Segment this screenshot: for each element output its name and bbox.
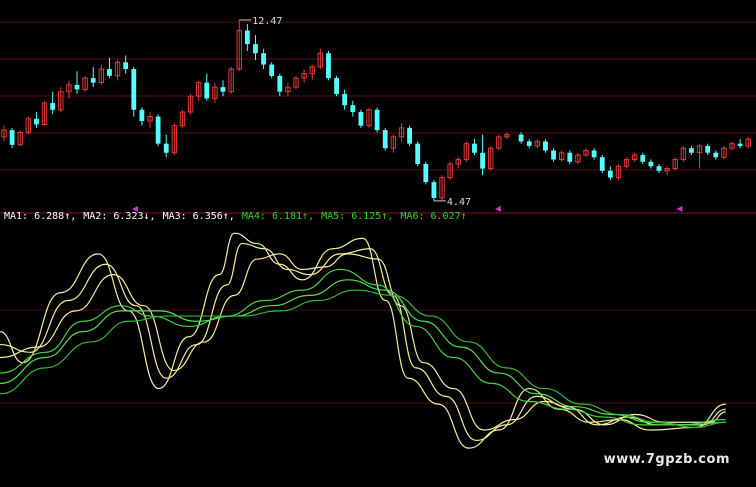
candle-body-down (204, 82, 210, 99)
candle-body-down (74, 84, 80, 90)
candle-body-down (518, 134, 524, 142)
candle-body-down (261, 53, 266, 65)
candle-body-down (107, 69, 112, 76)
candle-body-down (374, 109, 380, 131)
low-label: 4.47 (447, 197, 471, 208)
candle-body-down (9, 130, 15, 145)
candle-body-down (382, 130, 388, 149)
candle-body-down (131, 69, 137, 110)
candle-body-down (648, 161, 654, 167)
candle-body-down (551, 150, 556, 160)
candle-body-down (689, 148, 694, 153)
ma-legend-item: MA3: 6.356↑, (162, 211, 241, 222)
candle-body-down (326, 53, 331, 79)
candle-body-down (705, 145, 711, 153)
magenta-marker (676, 206, 683, 212)
oscillator-series (0, 289, 726, 429)
watermark: www.7gpzb.com (603, 452, 730, 467)
candle-body-down (34, 118, 39, 125)
ma-legend-item: MA1: 6.288↑, (4, 211, 83, 222)
candle-body-down (277, 75, 283, 92)
candle-body-down (423, 164, 429, 183)
candle-body-down (90, 78, 96, 83)
oscillator-series (0, 268, 726, 426)
candle-body-down (358, 112, 364, 126)
candle-body-down (713, 152, 719, 158)
candle-body-down (526, 141, 532, 146)
ma-legend-item: MA4: 6.181↑, (241, 211, 321, 222)
candle-body-down (543, 141, 548, 151)
candle-body-down (431, 182, 437, 198)
ma-legend: MA1: 6.288↑, MA2: 6.323↓, MA3: 6.356↑, M… (4, 211, 468, 223)
candle-body-down (415, 143, 421, 165)
candle-body-down (342, 93, 348, 106)
candle-body-down (472, 143, 477, 153)
candle-body-down (139, 109, 145, 122)
candle-body-down (253, 44, 258, 54)
candlesticks (1, 19, 751, 201)
candle-body-down (334, 78, 339, 94)
candle-body-down (269, 64, 275, 76)
candle-body-down (599, 157, 605, 171)
high-label: 12.47 (252, 16, 282, 27)
candle-body-down (350, 105, 356, 113)
price-annotations: 12.47 4.47 (132, 16, 683, 212)
candle-body-down (640, 154, 646, 162)
ma-legend-item: MA6: 6.027↑ (400, 211, 467, 222)
candle-body-down (480, 152, 485, 169)
candle-body-down (123, 62, 129, 70)
candle-body-down (155, 116, 161, 144)
candle-body-down (607, 170, 613, 178)
candle-body-down (220, 87, 226, 92)
candle-body-down (244, 30, 250, 45)
oscillator-lines (0, 232, 726, 449)
ma-legend-item: MA5: 6.125↑, (321, 211, 400, 222)
oscillator-series (0, 242, 726, 441)
candle-body-down (50, 102, 56, 110)
ma-legend-item: MA2: 6.323↓, (83, 211, 162, 222)
candle-body-down (567, 152, 573, 162)
price-and-oscillator-chart: 12.47 4.47 (0, 16, 756, 449)
magenta-marker (494, 206, 501, 212)
candle-body-down (737, 143, 743, 146)
candle-body-down (656, 166, 662, 171)
candle-body-down (407, 127, 412, 144)
candle-body-down (591, 150, 597, 158)
candle-body-down (163, 143, 169, 153)
